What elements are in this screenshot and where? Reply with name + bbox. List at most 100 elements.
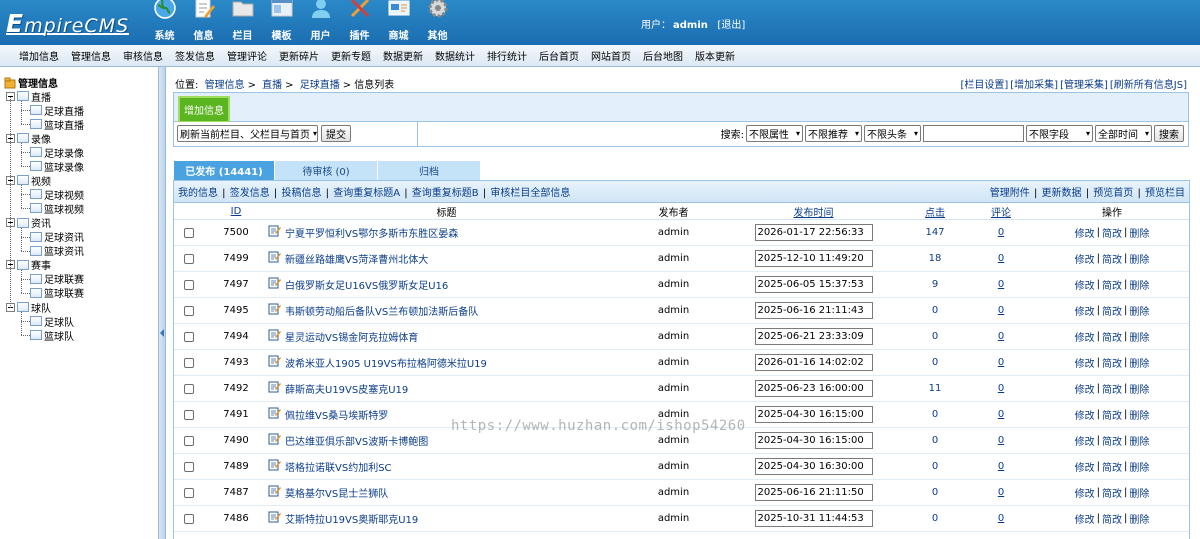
column-settings-link[interactable]: [栏目设置]: [960, 80, 1008, 91]
tree-group[interactable]: 球队: [6, 300, 51, 315]
row-publish-time-field[interactable]: 2025-06-21 23:33:09: [754, 328, 873, 345]
row-delete-link[interactable]: 删除: [1129, 485, 1149, 500]
row-clicks[interactable]: 0: [932, 513, 938, 524]
row-edit-link[interactable]: 修改: [1075, 355, 1095, 370]
row-comments-link[interactable]: 0: [998, 487, 1004, 498]
menu-item[interactable]: 审核信息: [123, 48, 163, 63]
top-nav-template[interactable]: 模板: [262, 0, 301, 45]
sidebar-item-足球视频[interactable]: 足球视频: [30, 187, 84, 202]
tab-archive[interactable]: 归档: [378, 161, 480, 180]
row-checkbox[interactable]: [184, 513, 194, 524]
row-title-link[interactable]: 韦斯顿劳动船后备队VS兰布顿加法斯后备队: [285, 303, 478, 318]
recommend-select[interactable]: 不限推荐 ▾: [805, 125, 862, 142]
sidebar-item-篮球队[interactable]: 篮球队: [30, 328, 74, 343]
sidebar-item-足球直播[interactable]: 足球直播: [30, 103, 84, 118]
tree-group[interactable]: 录像: [6, 131, 51, 146]
menu-item[interactable]: 增加信息: [19, 48, 59, 63]
row-title-link[interactable]: 艾斯特拉U19VS奥斯耶克U19: [285, 511, 418, 526]
row-quick-edit-link[interactable]: 简改: [1102, 511, 1122, 526]
row-edit-link[interactable]: 修改: [1075, 433, 1095, 448]
menu-item[interactable]: 后台地图: [643, 48, 683, 63]
top-nav-globe[interactable]: 系统: [145, 0, 184, 45]
row-comments-link[interactable]: 0: [998, 461, 1004, 472]
row-clicks[interactable]: 18: [929, 253, 942, 264]
sort-by-comments[interactable]: 评论: [991, 204, 1011, 219]
tab-pending-review[interactable]: 待审核 (0): [275, 161, 377, 180]
breadcrumb-live[interactable]: 直播: [262, 80, 282, 91]
top-nav-gear[interactable]: 其他: [418, 0, 457, 45]
row-edit-link[interactable]: 修改: [1075, 277, 1095, 292]
menu-item[interactable]: 数据更新: [383, 48, 423, 63]
top-nav-folder[interactable]: 栏目: [223, 0, 262, 45]
row-delete-link[interactable]: 删除: [1129, 277, 1149, 292]
menu-item[interactable]: 更新碎片: [279, 48, 319, 63]
row-publish-time-field[interactable]: 2026-01-16 14:02:02: [754, 354, 873, 371]
add-info-button[interactable]: 增加信息: [178, 96, 230, 123]
row-quick-edit-link[interactable]: 简改: [1102, 251, 1122, 266]
headline-select[interactable]: 不限头条 ▾: [864, 125, 921, 142]
row-publish-time-field[interactable]: 2025-12-10 11:49:20: [754, 250, 873, 267]
row-edit-link[interactable]: 修改: [1075, 381, 1095, 396]
row-quick-edit-link[interactable]: 简改: [1102, 407, 1122, 422]
action-link[interactable]: 预览首页: [1093, 188, 1133, 199]
top-nav-plugin-tools[interactable]: 插件: [340, 0, 379, 45]
row-publish-time-field[interactable]: 2025-06-16 21:11:50: [754, 484, 873, 501]
row-checkbox[interactable]: [184, 409, 194, 420]
row-quick-edit-link[interactable]: 简改: [1102, 225, 1122, 240]
row-edit-link[interactable]: 修改: [1075, 251, 1095, 266]
row-quick-edit-link[interactable]: 简改: [1102, 303, 1122, 318]
add-collect-link[interactable]: [增加采集]: [1010, 80, 1058, 91]
menu-item[interactable]: 数据统计: [435, 48, 475, 63]
row-edit-link[interactable]: 修改: [1075, 303, 1095, 318]
row-delete-link[interactable]: 删除: [1129, 433, 1149, 448]
row-delete-link[interactable]: 删除: [1129, 355, 1149, 370]
row-publish-time-field[interactable]: 2025-04-30 16:15:00: [754, 406, 873, 423]
sidebar-item-篮球联赛[interactable]: 篮球联赛: [30, 286, 84, 300]
manage-collect-link[interactable]: [管理采集]: [1060, 80, 1108, 91]
row-comments-link[interactable]: 0: [998, 305, 1004, 316]
row-publish-time-field[interactable]: 2025-06-16 21:11:43: [754, 302, 873, 319]
sort-by-id[interactable]: ID: [231, 206, 242, 217]
field-select[interactable]: 不限字段 ▾: [1026, 125, 1093, 142]
attribute-select[interactable]: 不限属性 ▾: [746, 125, 803, 142]
sidebar-item-足球联赛[interactable]: 足球联赛: [30, 272, 84, 286]
row-edit-link[interactable]: 修改: [1075, 225, 1095, 240]
top-nav-edit-document[interactable]: 信息: [184, 0, 223, 45]
row-title-link[interactable]: 薛斯高夫U19VS皮塞克U19: [285, 381, 408, 396]
action-link[interactable]: 投稿信息: [281, 188, 321, 199]
row-checkbox[interactable]: [184, 227, 194, 238]
row-title-link[interactable]: 塔格拉诺联VS约加利SC: [285, 459, 392, 474]
tree-group[interactable]: 赛事: [6, 258, 51, 272]
row-edit-link[interactable]: 修改: [1075, 459, 1095, 474]
menu-item[interactable]: 管理信息: [71, 48, 111, 63]
row-quick-edit-link[interactable]: 简改: [1102, 433, 1122, 448]
sidebar-item-篮球视频[interactable]: 篮球视频: [30, 201, 84, 216]
row-comments-link[interactable]: 0: [998, 279, 1004, 290]
row-edit-link[interactable]: 修改: [1075, 329, 1095, 344]
menu-item[interactable]: 版本更新: [695, 48, 735, 63]
action-link[interactable]: 审核栏目全部信息: [490, 188, 570, 199]
menu-item[interactable]: 排行统计: [487, 48, 527, 63]
sort-by-clicks[interactable]: 点击: [925, 204, 945, 219]
menu-item[interactable]: 后台首页: [539, 48, 579, 63]
row-quick-edit-link[interactable]: 简改: [1102, 381, 1122, 396]
row-delete-link[interactable]: 删除: [1129, 407, 1149, 422]
row-checkbox[interactable]: [184, 279, 194, 290]
row-title-link[interactable]: 巴达维亚俱乐部VS波斯卡博鲍图: [285, 433, 428, 448]
row-publish-time-field[interactable]: 2026-01-17 22:56:33: [754, 224, 873, 241]
refresh-all-js-link[interactable]: [刷新所有信息JS]: [1110, 80, 1187, 91]
row-clicks[interactable]: 0: [932, 357, 938, 368]
row-title-link[interactable]: 白俄罗斯女足U16VS俄罗斯女足U16: [285, 277, 448, 292]
row-comments-link[interactable]: 0: [998, 383, 1004, 394]
row-title-link[interactable]: 佩拉维VS桑马埃斯特罗: [285, 407, 388, 422]
row-comments-link[interactable]: 0: [998, 357, 1004, 368]
action-link[interactable]: 签发信息: [230, 188, 270, 199]
row-title-link[interactable]: 莫格基尔VS昆士兰狮队: [285, 485, 388, 500]
row-clicks[interactable]: 0: [932, 409, 938, 420]
collapse-arrow-icon[interactable]: [160, 329, 164, 337]
row-publish-time-field[interactable]: 2025-06-23 16:00:00: [754, 380, 873, 397]
submit-button[interactable]: 提交: [321, 125, 351, 142]
row-clicks[interactable]: 147: [925, 227, 944, 238]
action-link[interactable]: 查询重复标题A: [333, 188, 400, 199]
row-publish-time-field[interactable]: 2025-06-05 15:37:53: [754, 276, 873, 293]
